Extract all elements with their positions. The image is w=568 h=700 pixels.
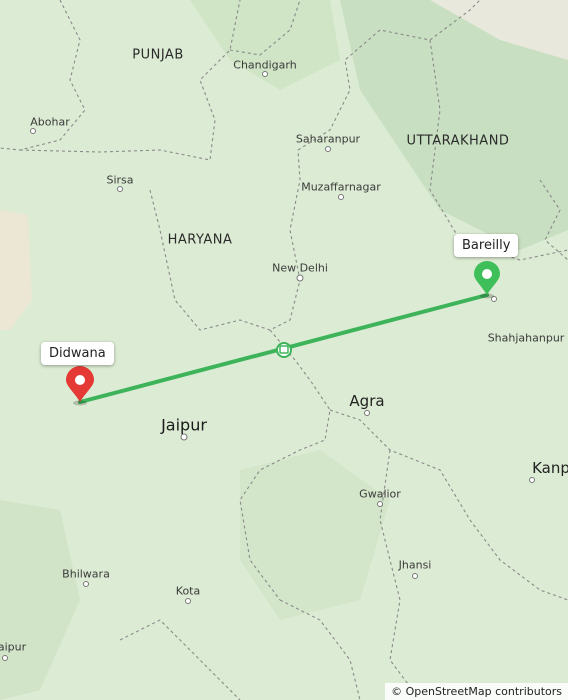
city-label-muzaffarnagar: Muzaffarnagar xyxy=(301,180,381,194)
city-label-new-delhi: New Delhi xyxy=(272,261,328,275)
state-label-haryana: HARYANA xyxy=(167,232,233,248)
city-label-bhilwara: Bhilwara xyxy=(62,567,110,581)
city-label-sirsa: Sirsa xyxy=(106,173,134,187)
destination-callout[interactable]: Bareilly xyxy=(454,234,519,257)
city-label-chandigarh: Chandigarh xyxy=(233,58,297,72)
origin-callout[interactable]: Didwana xyxy=(41,342,114,365)
destination-marker-icon[interactable] xyxy=(474,261,500,299)
map-canvas[interactable]: PUNJAB HARYANA UTTARAKHAND Chandigarh Ab… xyxy=(0,0,568,700)
city-label-gwalior: Gwalior xyxy=(359,487,401,501)
city-label-kanpur: Kanp xyxy=(532,459,568,477)
route-midpoint-icon[interactable] xyxy=(276,342,292,358)
forest-patch-west xyxy=(0,500,80,700)
city-label-saharanpur: Saharanpur xyxy=(295,132,361,146)
city-label-udaipur: aipur xyxy=(0,640,27,654)
desert-patch xyxy=(0,210,32,330)
map-attribution[interactable]: © OpenStreetMap contributors xyxy=(385,683,568,700)
state-label-punjab: PUNJAB xyxy=(132,47,184,63)
city-label-shahjahanpur: Shahjahanpur xyxy=(487,331,565,345)
city-label-agra: Agra xyxy=(349,392,385,410)
forest-patch xyxy=(240,450,390,620)
city-label-jaipur: Jaipur xyxy=(161,415,207,435)
city-label-abohar: Abohar xyxy=(30,115,70,129)
state-label-uttarakhand: UTTARAKHAND xyxy=(406,133,510,149)
city-label-kota: Kota xyxy=(175,584,201,598)
city-label-jhansi: Jhansi xyxy=(398,558,432,572)
